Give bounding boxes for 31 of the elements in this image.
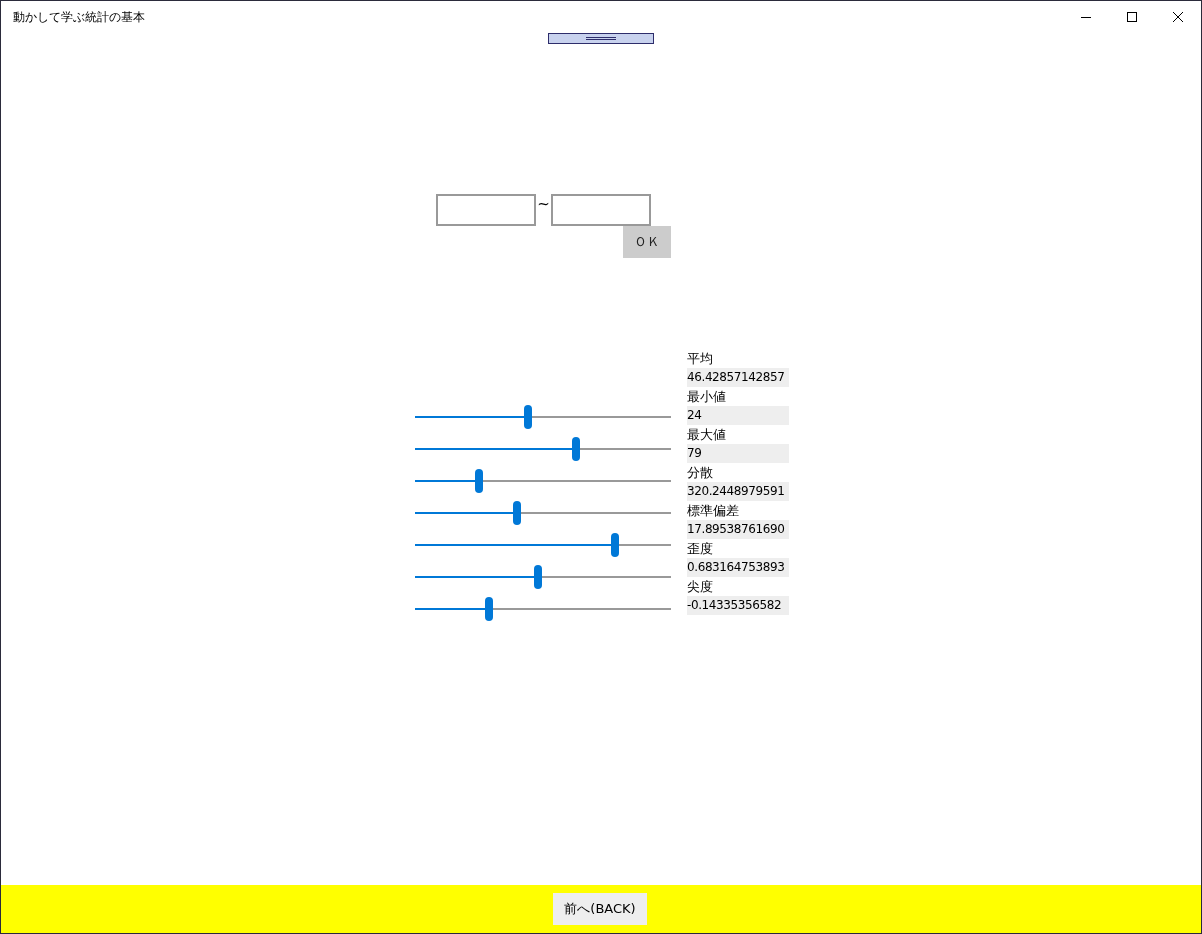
stat-value: 17.89538761690 <box>687 520 789 539</box>
drag-handle[interactable] <box>547 33 654 44</box>
maximize-icon <box>1127 12 1137 22</box>
back-button[interactable]: 前へ(BACK) <box>553 893 647 925</box>
slider-thumb[interactable] <box>523 405 532 429</box>
stat-label: 平均 <box>687 350 714 368</box>
window-title: 動かして学ぶ統計の基本 <box>13 8 146 26</box>
stat-label: 最大値 <box>687 426 727 444</box>
slider-thumb[interactable] <box>475 469 483 493</box>
close-icon <box>1173 12 1183 22</box>
grip-icon <box>585 37 616 40</box>
stat-value: 0.683164753893 <box>687 558 789 577</box>
slider-thumb[interactable] <box>610 533 619 557</box>
ok-button[interactable]: ＯＫ <box>623 226 671 258</box>
slider-thumb[interactable] <box>485 597 494 621</box>
slider-thumb[interactable] <box>572 437 581 461</box>
stat-label: 最小値 <box>687 388 727 406</box>
stat-value: 79 <box>687 444 789 463</box>
stat-value: 24 <box>687 406 789 425</box>
range-end-field[interactable] <box>551 194 651 226</box>
stat-label: 歪度 <box>687 540 714 558</box>
stat-value: -0.14335356582 <box>687 596 789 615</box>
range-start-field[interactable] <box>436 194 536 226</box>
stat-value: 320.2448979591 <box>687 482 789 501</box>
stat-label: 標準偏差 <box>687 502 740 520</box>
stat-label: 分散 <box>687 464 714 482</box>
slider-thumb[interactable] <box>513 501 522 525</box>
range-separator: ~ <box>536 194 551 214</box>
stat-label: 尖度 <box>687 578 714 596</box>
slider-thumb[interactable] <box>533 565 542 589</box>
stat-value: 46.42857142857 <box>687 368 789 387</box>
